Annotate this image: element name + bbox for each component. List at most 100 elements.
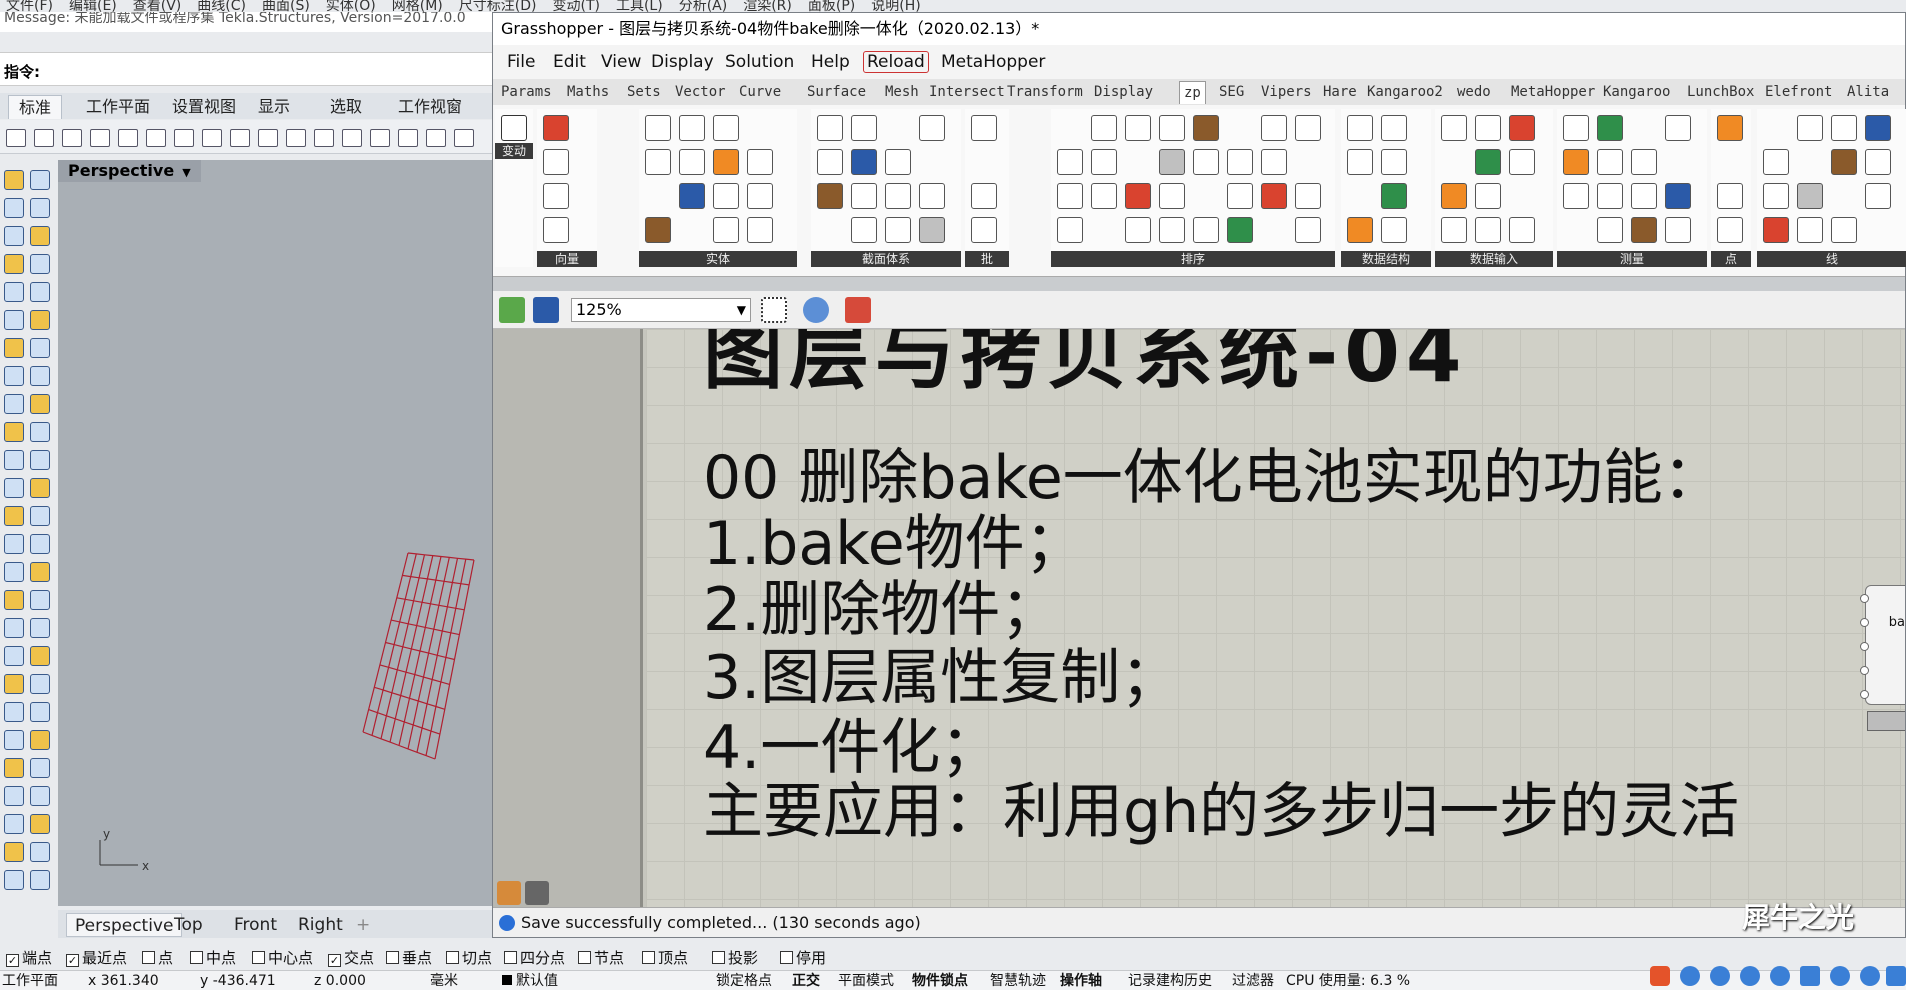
side-tool-icon[interactable]: [30, 254, 50, 274]
add-viewport-icon[interactable]: +: [348, 913, 378, 937]
keyboard-icon[interactable]: [1800, 966, 1820, 986]
side-tool-icon[interactable]: [30, 870, 50, 890]
side-tool-icon[interactable]: [4, 310, 24, 330]
viewport-tab[interactable]: Perspective: [66, 913, 183, 937]
gh-category-tab[interactable]: Sets: [627, 83, 661, 101]
side-tool-icon[interactable]: [4, 758, 24, 778]
zoom-icon[interactable]: [314, 129, 334, 147]
osnap-checkbox[interactable]: [780, 951, 793, 964]
component-icon[interactable]: [1865, 115, 1891, 141]
gh-category-tab[interactable]: Kangaroo: [1603, 83, 1670, 101]
component-icon[interactable]: [1261, 149, 1287, 175]
copy-icon[interactable]: [174, 129, 194, 147]
osnap-checkbox[interactable]: [642, 951, 655, 964]
gh-category-tab[interactable]: Curve: [739, 83, 781, 101]
import-icon[interactable]: [118, 129, 138, 147]
osnap-1[interactable]: ✓ 最近点: [66, 948, 127, 968]
gh-canvas[interactable]: 图层与拷贝系统-04 00 删除bake一体化电池实现的功能： 1.bake物件；…: [493, 329, 1905, 907]
component-icon[interactable]: [1763, 149, 1789, 175]
component-icon[interactable]: [817, 115, 843, 141]
component-icon[interactable]: [885, 183, 911, 209]
component-icon[interactable]: [1057, 149, 1083, 175]
osnap-checkbox[interactable]: ✓: [66, 954, 79, 967]
side-tool-icon[interactable]: [4, 702, 24, 722]
skin-icon[interactable]: [1860, 966, 1880, 986]
component-icon[interactable]: [1563, 183, 1589, 209]
side-tool-icon[interactable]: [4, 814, 24, 834]
component-icon[interactable]: [679, 115, 705, 141]
component-icon[interactable]: [1227, 217, 1253, 243]
component-icon[interactable]: [1865, 149, 1891, 175]
component-icon[interactable]: [679, 183, 705, 209]
zoom-extents-icon[interactable]: [370, 129, 390, 147]
side-tool-icon[interactable]: [4, 226, 24, 246]
component-icon[interactable]: [1597, 149, 1623, 175]
component-icon[interactable]: [1631, 149, 1657, 175]
side-tool-icon[interactable]: [30, 366, 50, 386]
status-toggle[interactable]: 锁定格点: [716, 973, 772, 989]
side-tool-icon[interactable]: [30, 646, 50, 666]
component-icon[interactable]: [817, 149, 843, 175]
gh-menu-item[interactable]: File: [507, 50, 535, 74]
microphone-icon[interactable]: [1770, 966, 1790, 986]
zoom-extents-icon[interactable]: [761, 297, 787, 323]
osnap-8[interactable]: 四分点: [504, 948, 565, 968]
component-icon[interactable]: [1475, 183, 1501, 209]
transform-icon[interactable]: [501, 115, 527, 141]
side-tool-icon[interactable]: [4, 618, 24, 638]
component-icon[interactable]: [1159, 217, 1185, 243]
grid-icon[interactable]: [454, 129, 474, 147]
status-toggle[interactable]: 操作轴: [1060, 973, 1102, 989]
gh-menu-item[interactable]: Display: [651, 50, 714, 74]
component-icon[interactable]: [971, 183, 997, 209]
side-tool-icon[interactable]: [30, 674, 50, 694]
component-icon[interactable]: [1717, 183, 1743, 209]
rhino-menu-item[interactable]: 尺寸标注(D): [459, 0, 537, 12]
side-tool-icon[interactable]: [30, 618, 50, 638]
side-tool-icon[interactable]: [30, 534, 50, 554]
side-tool-icon[interactable]: [4, 450, 24, 470]
side-tool-icon[interactable]: [30, 702, 50, 722]
language-icon[interactable]: [1680, 966, 1700, 986]
side-tool-icon[interactable]: [4, 422, 24, 442]
component-icon[interactable]: [747, 183, 773, 209]
new-file-icon[interactable]: [6, 129, 26, 147]
rhino-tab[interactable]: 标准: [8, 95, 63, 119]
component-icon[interactable]: [851, 183, 877, 209]
osnap-9[interactable]: 节点: [578, 948, 624, 968]
preview-eye-icon[interactable]: [803, 297, 829, 323]
rhino-menu-item[interactable]: 编辑(E): [69, 0, 117, 12]
viewport-tab[interactable]: Top: [166, 913, 211, 937]
side-tool-icon[interactable]: [30, 506, 50, 526]
side-tool-icon[interactable]: [4, 198, 24, 218]
component-icon[interactable]: [1597, 115, 1623, 141]
osnap-11[interactable]: 投影: [712, 948, 758, 968]
status-toggle[interactable]: CPU 使用量: 6.3 %: [1286, 973, 1410, 989]
component-icon[interactable]: [1057, 217, 1083, 243]
perspective-viewport[interactable]: Perspective ▼ x y: [58, 160, 492, 906]
component-icon[interactable]: [1631, 183, 1657, 209]
rhino-menu-item[interactable]: 曲线(C): [197, 0, 246, 12]
component-icon[interactable]: [1763, 183, 1789, 209]
component-icon[interactable]: [1441, 183, 1467, 209]
gh-category-tab[interactable]: Vipers: [1261, 83, 1312, 101]
component-icon[interactable]: [971, 115, 997, 141]
component-icon[interactable]: [817, 183, 843, 209]
side-tool-icon[interactable]: [4, 170, 24, 190]
side-tool-icon[interactable]: [30, 282, 50, 302]
gh-menu-item[interactable]: MetaHopper: [941, 50, 1045, 74]
component-icon[interactable]: [1441, 115, 1467, 141]
side-tool-icon[interactable]: [30, 814, 50, 834]
component-icon[interactable]: [747, 149, 773, 175]
component-icon[interactable]: [1261, 183, 1287, 209]
side-tool-icon[interactable]: [30, 394, 50, 414]
osnap-checkbox[interactable]: [142, 951, 155, 964]
component-icon[interactable]: [543, 115, 569, 141]
component-icon[interactable]: [851, 115, 877, 141]
rhino-tab[interactable]: 显示: [248, 95, 300, 119]
gh-category-tab[interactable]: Vector: [675, 83, 726, 101]
gh-category-tab[interactable]: Transform: [1007, 83, 1083, 101]
component-icon[interactable]: [645, 149, 671, 175]
component-icon[interactable]: [713, 149, 739, 175]
toolbox-icon[interactable]: [1886, 966, 1906, 986]
